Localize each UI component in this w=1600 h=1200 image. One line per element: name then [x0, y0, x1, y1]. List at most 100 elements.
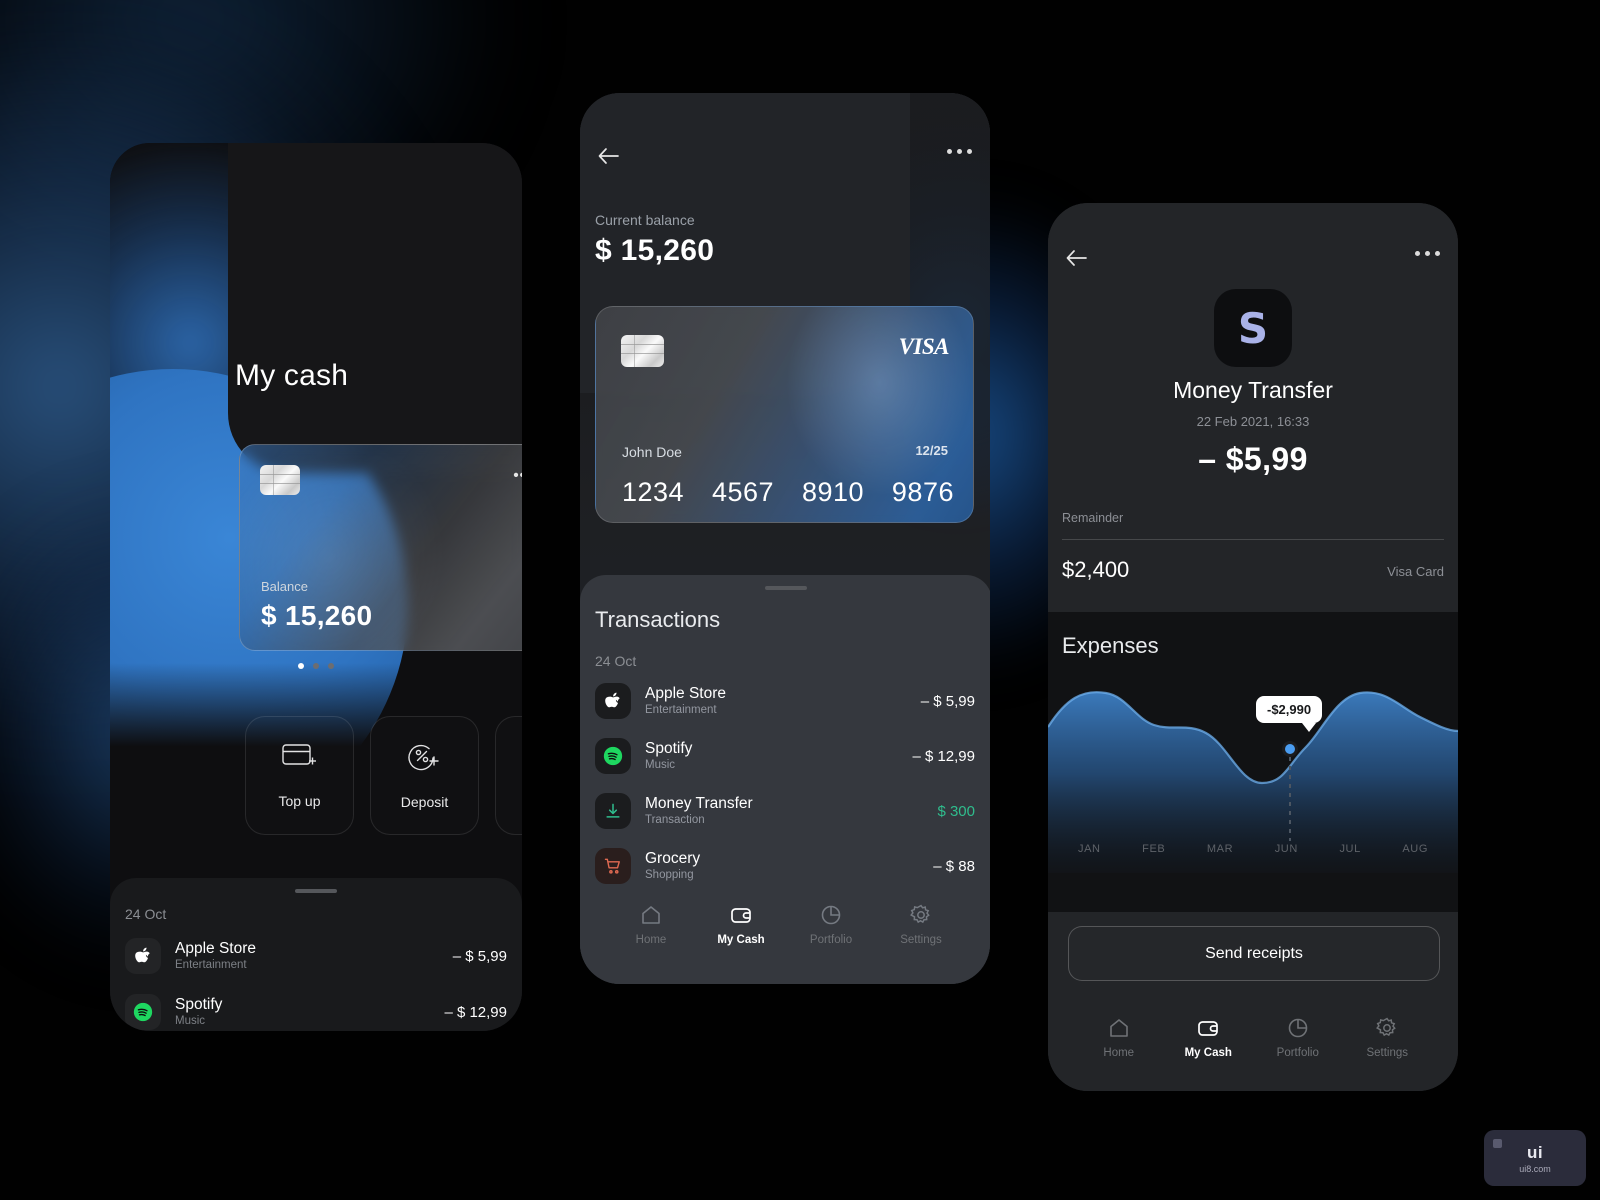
table-row[interactable]: Money Transfer Transaction $ 300	[595, 793, 975, 829]
axis-tick-label: FEB	[1142, 843, 1166, 855]
credit-card-detail[interactable]: VISA John Doe 12/25 1234 4567 8910 9876	[595, 306, 974, 523]
phone-screen-card-detail: Current balance $ 15,260 VISA John Doe 1…	[580, 93, 990, 984]
spotify-icon	[125, 994, 161, 1030]
remainder-value: $2,400	[1062, 557, 1130, 582]
nav-item-my-cash[interactable]: My Cash	[710, 903, 772, 946]
arrow-left-icon[interactable]	[596, 145, 622, 172]
table-row[interactable]: Grocery Shopping – $ 88	[595, 848, 975, 884]
card-balance-value: $ 15,260	[261, 600, 373, 631]
watermark-badge: ui ui8.com	[1484, 1130, 1586, 1186]
chart-x-axis-labels: JAN FEB MAR JUN JUL AUG	[1048, 843, 1458, 855]
watermark-title: ui	[1526, 1142, 1544, 1162]
sheet-grabber[interactable]	[295, 889, 337, 893]
chart-highlight-dashline	[1289, 757, 1291, 841]
carousel-pagination[interactable]	[298, 663, 334, 669]
app-icon-letter: S	[1237, 303, 1269, 353]
phone-screen-transaction-detail: S Money Transfer 22 Feb 2021, 16:33 – $5…	[1048, 203, 1458, 1091]
download-icon	[595, 793, 631, 829]
bottom-navigation: Home My Cash Portfolio Settings	[580, 903, 990, 946]
pagination-dot-3[interactable]	[328, 663, 334, 669]
action-label: Top up	[278, 793, 321, 809]
action-transfer[interactable]: Transfer	[495, 716, 522, 835]
nav-item-home[interactable]: Home	[1088, 1016, 1150, 1059]
table-row[interactable]: Spotify Music – $ 12,99	[595, 738, 975, 774]
transaction-category: Music	[645, 759, 676, 772]
transaction-name: Spotify	[175, 995, 223, 1013]
card-number-group: 8910	[801, 477, 865, 507]
action-deposit[interactable]: Deposit	[370, 716, 479, 835]
page-title: My cash	[235, 359, 349, 392]
card-holder-name: John Doe	[622, 444, 682, 460]
remainder-label: Remainder	[1062, 511, 1124, 525]
table-row[interactable]: Apple Store Entertainment – $ 5,99	[125, 938, 507, 974]
nav-label: My Cash	[1184, 1047, 1232, 1059]
apple-icon	[125, 938, 161, 974]
axis-tick-label: JAN	[1078, 843, 1101, 855]
nav-label: Home	[1103, 1047, 1135, 1059]
transaction-amount: – $ 12,99	[912, 747, 975, 765]
transaction-name: Grocery	[645, 849, 701, 867]
nav-label: Portfolio	[1276, 1047, 1319, 1059]
table-row[interactable]: Apple Store Entertainment – $ 5,99	[595, 683, 975, 719]
nav-label: My Cash	[717, 934, 765, 946]
watermark-url: ui8.com	[1519, 1163, 1551, 1174]
nav-item-home[interactable]: Home	[620, 903, 682, 946]
shopping-cart-icon	[595, 848, 631, 884]
apple-icon	[595, 683, 631, 719]
pagination-dot-1[interactable]	[298, 663, 304, 669]
action-top-up[interactable]: Top up	[245, 716, 354, 835]
balance-label: Current balance	[595, 212, 695, 228]
merchant-app-icon: S	[1214, 289, 1292, 367]
credit-card-primary[interactable]: ••••4557 Balance $ 15,260 VISA	[239, 444, 522, 651]
transactions-sheet: Transactions 24 Oct Apple Store Entertai…	[580, 575, 990, 984]
transaction-title: Money Transfer	[1173, 377, 1333, 403]
chart-tooltip: -$2,990	[1256, 696, 1323, 732]
remainder-card-type: Visa Card	[1387, 564, 1444, 579]
expenses-title: Expenses	[1062, 633, 1159, 658]
pagination-dot-2[interactable]	[313, 663, 319, 669]
transaction-amount: – $ 5,99	[920, 692, 975, 710]
card-mask-dots: ••••	[513, 467, 522, 484]
arrow-left-icon[interactable]	[1064, 247, 1090, 274]
nav-item-portfolio[interactable]: Portfolio	[800, 903, 862, 946]
nav-label: Settings	[1366, 1047, 1409, 1059]
header-bar	[580, 93, 990, 183]
transaction-name: Spotify	[645, 739, 693, 757]
card-number-group: 9876	[891, 477, 954, 507]
transaction-category: Transaction	[645, 814, 705, 827]
section-title: Transactions	[595, 607, 721, 632]
chart-highlight-dot[interactable]	[1282, 741, 1298, 757]
nav-label: Settings	[900, 934, 942, 946]
axis-tick-label: JUN	[1274, 843, 1298, 855]
axis-tick-label: AUG	[1402, 843, 1428, 855]
bottom-navigation: Home My Cash Portfolio Settings	[1048, 1016, 1458, 1059]
nav-item-settings[interactable]: Settings	[890, 903, 952, 946]
nav-item-my-cash[interactable]: My Cash	[1177, 1016, 1239, 1059]
table-row[interactable]: Spotify Music – $ 12,99	[125, 994, 507, 1030]
transaction-category: Entertainment	[175, 959, 247, 972]
balance-value: $ 15,260	[595, 234, 715, 267]
card-number-group: 1234	[622, 477, 685, 507]
divider	[1062, 539, 1444, 540]
transaction-amount: – $ 5,99	[452, 947, 507, 965]
transaction-date-header: 24 Oct	[125, 906, 167, 922]
card-plus-icon	[281, 742, 318, 777]
transaction-name: Apple Store	[645, 684, 726, 702]
kebab-menu-icon[interactable]	[1415, 251, 1440, 256]
transaction-timestamp: 22 Feb 2021, 16:33	[1196, 414, 1310, 429]
nav-item-settings[interactable]: Settings	[1356, 1016, 1418, 1059]
transaction-category: Music	[175, 1015, 206, 1028]
transaction-amount: – $ 12,99	[444, 1003, 507, 1021]
card-masked-number: ••••4557	[513, 467, 522, 485]
kebab-menu-icon[interactable]	[947, 149, 972, 154]
nav-label: Portfolio	[809, 934, 853, 946]
percent-plus-circle-icon	[407, 741, 443, 778]
send-receipts-button[interactable]: Send receipts	[1068, 926, 1440, 981]
transactions-sheet: 24 Oct Apple Store Entertainment – $ 5,9…	[110, 878, 522, 1031]
sheet-grabber[interactable]	[765, 586, 807, 590]
card-number: 1234 4567 8910 9876	[622, 477, 954, 508]
transaction-date-header: 24 Oct	[595, 653, 637, 669]
axis-tick-label: MAR	[1206, 843, 1234, 855]
nav-item-portfolio[interactable]: Portfolio	[1267, 1016, 1329, 1059]
transaction-amount: $ 300	[937, 802, 975, 820]
